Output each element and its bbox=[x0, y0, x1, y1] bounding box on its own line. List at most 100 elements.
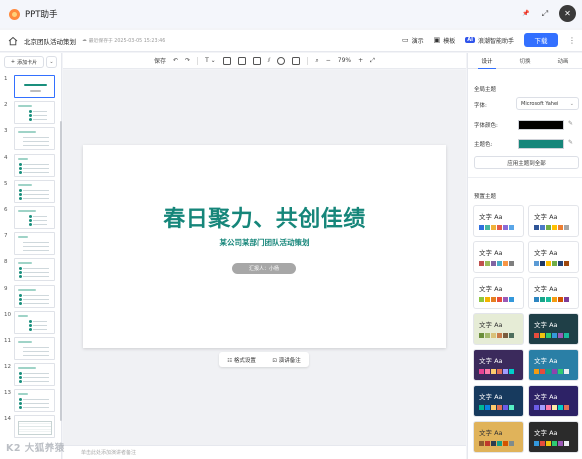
theme-swatches bbox=[534, 261, 569, 266]
preset-theme-card[interactable]: 文字 Aa bbox=[528, 277, 579, 309]
theme-swatches bbox=[534, 333, 569, 338]
zoom-level[interactable]: 79% bbox=[338, 57, 351, 64]
search-icon[interactable]: ⌕ bbox=[315, 57, 318, 65]
redo-icon[interactable]: ↷ bbox=[185, 57, 190, 64]
undo-icon[interactable]: ↶ bbox=[173, 57, 178, 64]
speaker-notes-input[interactable]: 单击此处添加演讲者备注 bbox=[63, 445, 466, 459]
slide-thumbnail-row[interactable]: 9 bbox=[0, 284, 62, 310]
preset-theme-card[interactable]: 文字 Aa bbox=[473, 313, 524, 345]
download-button[interactable]: 下载 bbox=[524, 33, 558, 47]
slide-thumbnail[interactable] bbox=[14, 75, 55, 98]
preset-theme-card[interactable]: 文字 Aa bbox=[473, 241, 524, 273]
slide-list-scrollbar[interactable] bbox=[60, 121, 62, 421]
current-slide[interactable]: 春日聚力、共创佳绩 某公司某部门团队活动策划 汇报人：小杨 bbox=[83, 145, 446, 348]
color-swatch bbox=[552, 297, 557, 302]
slide-thumbnail[interactable] bbox=[14, 284, 55, 308]
add-card-button[interactable]: + 添加卡片 bbox=[4, 56, 44, 68]
pin-icon[interactable]: 📌 bbox=[521, 10, 531, 17]
color-swatch bbox=[552, 225, 557, 230]
slide-thumbnail[interactable] bbox=[14, 415, 55, 439]
preset-theme-card[interactable]: 文字 Aa bbox=[528, 313, 579, 345]
color-swatch bbox=[558, 261, 563, 266]
slide-thumbnail[interactable] bbox=[14, 389, 55, 413]
slide-thumbnail-row[interactable]: 2 bbox=[0, 100, 62, 126]
zoom-out-icon[interactable]: − bbox=[326, 57, 331, 64]
slide-thumbnail-row[interactable]: 11 bbox=[0, 336, 62, 362]
slide-thumbnail-row[interactable]: 4 bbox=[0, 153, 62, 179]
tab-transition[interactable]: 切换 bbox=[506, 53, 544, 68]
slide-thumbnail-row[interactable]: 3 bbox=[0, 126, 62, 152]
slide-thumbnail[interactable] bbox=[14, 232, 55, 256]
speaker-notes-button[interactable]: ⊡ 演讲备注 bbox=[272, 356, 300, 364]
slide-thumbnail-row[interactable]: 14 bbox=[0, 414, 62, 440]
slide-title[interactable]: 春日聚力、共创佳绩 bbox=[83, 201, 446, 233]
color-swatch bbox=[503, 297, 508, 302]
preset-theme-card[interactable]: 文字 Aa bbox=[473, 421, 524, 453]
color-swatch bbox=[503, 225, 508, 230]
preset-theme-card[interactable]: 文字 Aa bbox=[528, 385, 579, 417]
ai-assistant-button[interactable]: AI 浪潮智能助手 bbox=[465, 36, 514, 45]
thumb-text-line bbox=[23, 354, 49, 356]
home-icon[interactable] bbox=[8, 36, 18, 46]
template-button[interactable]: ▣ 模板 bbox=[434, 36, 456, 45]
slide-thumbnail[interactable] bbox=[14, 310, 55, 334]
slide-thumbnail[interactable] bbox=[14, 127, 55, 151]
table-tool-icon[interactable] bbox=[252, 56, 261, 65]
thumb-text-line bbox=[33, 111, 47, 113]
fit-screen-icon[interactable]: ⤢ bbox=[370, 57, 375, 65]
eyedropper-icon[interactable]: ✎ bbox=[568, 139, 573, 146]
text-tool-icon[interactable]: T ⌄ bbox=[205, 57, 216, 64]
thumb-text-line bbox=[23, 373, 49, 375]
color-swatch bbox=[485, 225, 490, 230]
zoom-in-icon[interactable]: + bbox=[358, 57, 363, 64]
tab-animation[interactable]: 动画 bbox=[544, 53, 582, 68]
reporter-badge[interactable]: 汇报人：小杨 bbox=[232, 263, 296, 274]
preset-theme-card[interactable]: 文字 Aa bbox=[473, 277, 524, 309]
slide-thumbnail-row[interactable]: 5 bbox=[0, 179, 62, 205]
preset-theme-card[interactable]: 文字 Aa bbox=[473, 205, 524, 237]
font-select[interactable]: Microsoft Yahei ⌄ bbox=[516, 97, 579, 110]
color-swatch bbox=[503, 369, 508, 374]
slide-thumbnail[interactable] bbox=[14, 153, 55, 177]
slide-thumbnail[interactable] bbox=[14, 179, 55, 203]
preset-theme-card[interactable]: 文字 Aa bbox=[528, 205, 579, 237]
more-icon[interactable]: ⋮ bbox=[568, 36, 576, 45]
pie-chart-icon[interactable] bbox=[277, 56, 286, 65]
slide-thumbnail[interactable] bbox=[14, 336, 55, 360]
slide-thumbnail-row[interactable]: 13 bbox=[0, 388, 62, 414]
tab-design[interactable]: 设计 bbox=[468, 53, 506, 69]
preset-theme-card[interactable]: 文字 Aa bbox=[528, 349, 579, 381]
font-color-picker[interactable] bbox=[518, 120, 564, 130]
theme-color-picker[interactable] bbox=[518, 139, 564, 149]
slide-subtitle[interactable]: 某公司某部门团队活动策划 bbox=[83, 237, 446, 248]
format-settings-button[interactable]: ☷ 格式设置 bbox=[227, 356, 256, 364]
media-tool-icon[interactable] bbox=[292, 56, 301, 65]
slide-thumbnail[interactable] bbox=[14, 101, 55, 125]
shape-tool-icon[interactable] bbox=[237, 56, 246, 65]
slide-thumbnail-row[interactable]: 6 bbox=[0, 205, 62, 231]
slide-thumbnail[interactable] bbox=[14, 363, 55, 387]
document-title[interactable]: 北京团队活动策划 bbox=[24, 36, 76, 46]
slide-thumbnail-row[interactable]: 7 bbox=[0, 231, 62, 257]
fullscreen-icon[interactable]: ⤢ bbox=[540, 9, 550, 19]
preset-theme-card[interactable]: 文字 Aa bbox=[473, 385, 524, 417]
preset-theme-card[interactable]: 文字 Aa bbox=[528, 421, 579, 453]
slide-thumbnail-row[interactable]: 8 bbox=[0, 257, 62, 283]
slide-thumbnail-row[interactable]: 1 bbox=[0, 74, 62, 100]
slide-thumbnail[interactable] bbox=[14, 258, 55, 282]
slide-thumbnail[interactable] bbox=[14, 205, 55, 229]
chart-tool-icon[interactable]: ⫽ bbox=[268, 57, 271, 65]
eyedropper-icon[interactable]: ✎ bbox=[568, 120, 573, 127]
add-card-dropdown[interactable]: ⌄ bbox=[46, 56, 57, 68]
preset-theme-card[interactable]: 文字 Aa bbox=[473, 349, 524, 381]
slide-thumbnail-row[interactable]: 10 bbox=[0, 310, 62, 336]
close-icon[interactable]: ✕ bbox=[559, 5, 576, 22]
save-button[interactable]: 保存 bbox=[154, 56, 166, 65]
preset-theme-card[interactable]: 文字 Aa bbox=[528, 241, 579, 273]
thumb-bullet bbox=[29, 327, 32, 331]
color-swatch bbox=[534, 441, 539, 446]
present-button[interactable]: ▭ 演示 bbox=[402, 36, 424, 45]
slide-thumbnail-row[interactable]: 12 bbox=[0, 362, 62, 388]
image-tool-icon[interactable] bbox=[222, 56, 231, 65]
apply-theme-all-button[interactable]: 应用主题到全部 bbox=[474, 156, 579, 169]
